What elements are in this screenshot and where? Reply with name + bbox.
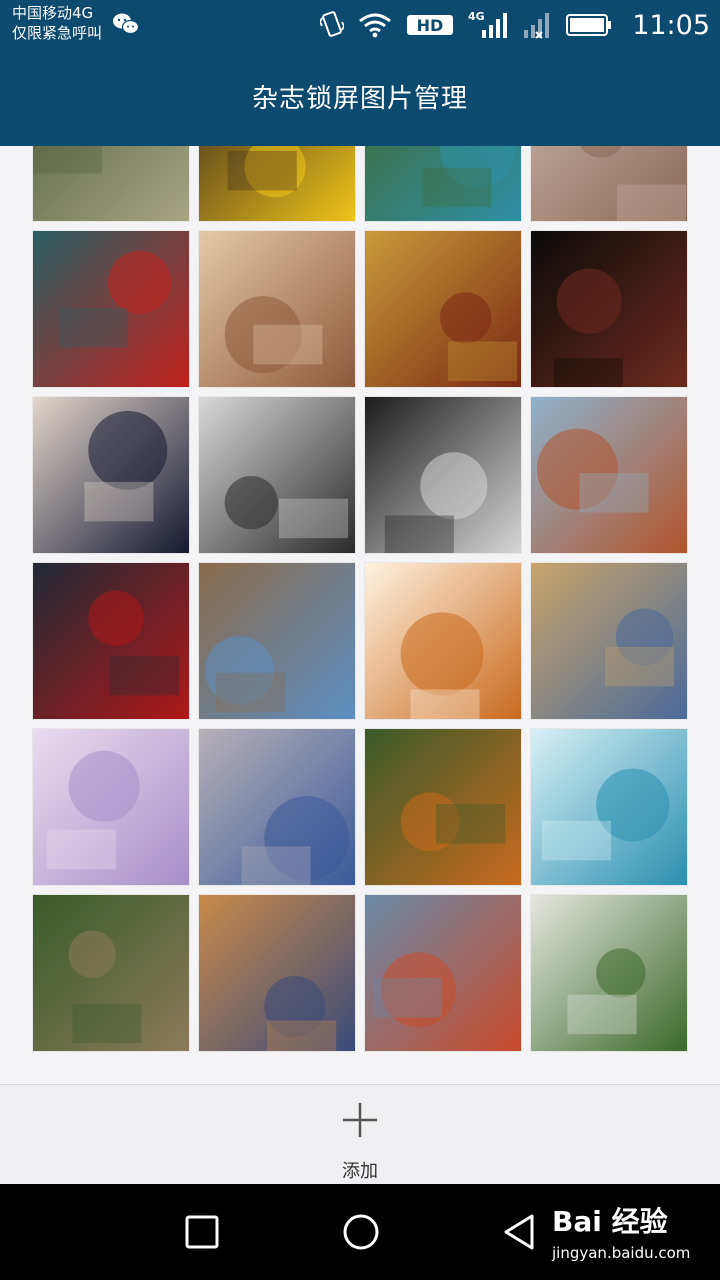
recent-apps-icon[interactable]: [180, 1210, 224, 1254]
gallery-thumbnail-temple-roof[interactable]: [32, 562, 190, 720]
no-sim-signal-icon: [524, 13, 550, 39]
carrier-info: 中国移动4G 仅限紧急呼叫: [12, 3, 102, 43]
plus-icon: [343, 1103, 377, 1137]
status-bar: 中国移动4G 仅限紧急呼叫 HD 4G 11:05: [0, 0, 720, 50]
gallery-thumbnail-table-glasses[interactable]: [32, 146, 190, 222]
hd-icon: HD: [407, 15, 454, 35]
gallery-thumbnail-wood-petals[interactable]: [530, 146, 688, 222]
gallery-thumbnail-violin[interactable]: [530, 230, 688, 388]
gallery-thumbnail-mossy-waterfall[interactable]: [530, 894, 688, 1052]
gallery-thumbnail-red-flowers[interactable]: [32, 230, 190, 388]
signal-icon: 4G: [468, 10, 508, 38]
gallery-thumbnail-river-castle[interactable]: [198, 562, 356, 720]
app-bar: 杂志锁屏图片管理: [0, 50, 720, 146]
gallery-thumbnail-wave[interactable]: [530, 728, 688, 886]
back-icon[interactable]: [498, 1210, 542, 1254]
gallery-thumbnail-old-town[interactable]: [364, 894, 522, 1052]
add-button[interactable]: 添加: [310, 1099, 410, 1182]
page-title: 杂志锁屏图片管理: [251, 84, 468, 114]
clock: 11:05: [632, 9, 710, 41]
svg-text:HD: HD: [417, 16, 444, 35]
gallery-thumbnail-purple-forest[interactable]: [32, 728, 190, 886]
carrier-line1: 中国移动4G: [12, 4, 94, 22]
gallery-thumbnail-lake-driftwood[interactable]: [198, 728, 356, 886]
gallery-thumbnail-dinner-table[interactable]: [32, 396, 190, 554]
watermark-sub: jingyan.baidu.com: [552, 1244, 691, 1262]
gallery-thumbnail-golf-clubs[interactable]: [364, 230, 522, 388]
add-label: 添加: [342, 1161, 378, 1182]
home-icon[interactable]: [339, 1210, 383, 1254]
bottom-bar: 添加: [0, 1084, 720, 1184]
gallery-thumbnail-arch-bw[interactable]: [364, 396, 522, 554]
gallery-thumbnail-yellow-bowl[interactable]: [198, 146, 356, 222]
navigation-bar: Bai 经验 jingyan.baidu.com: [0, 1184, 720, 1280]
carrier-line2: 仅限紧急呼叫: [12, 24, 103, 42]
wechat-icon: [113, 13, 140, 35]
gallery-thumbnail-escalator[interactable]: [364, 562, 522, 720]
gallery-thumbnail-autumn-hills[interactable]: [364, 728, 522, 886]
gallery-thumbnail-village-street[interactable]: [32, 894, 190, 1052]
vibrate-icon: [320, 11, 345, 37]
gallery-thumbnail-engine[interactable]: [198, 396, 356, 554]
gallery-thumbnail-metal-building[interactable]: [530, 562, 688, 720]
gallery-thumbnail-desert-rocks[interactable]: [530, 396, 688, 554]
wifi-icon: [359, 13, 392, 38]
image-gallery[interactable]: [0, 146, 720, 1084]
gallery-thumbnail-teal-flowers[interactable]: [364, 146, 522, 222]
watermark-main: Bai 经验: [552, 1205, 668, 1238]
battery-icon: [566, 14, 612, 36]
gallery-thumbnail-tea-set[interactable]: [198, 230, 356, 388]
baidu-watermark: Bai 经验 jingyan.baidu.com: [548, 1196, 708, 1272]
svg-text:4G: 4G: [468, 10, 485, 23]
gallery-thumbnail-canal-houses[interactable]: [198, 894, 356, 1052]
status-icons: HD 4G 11:05: [320, 0, 710, 50]
